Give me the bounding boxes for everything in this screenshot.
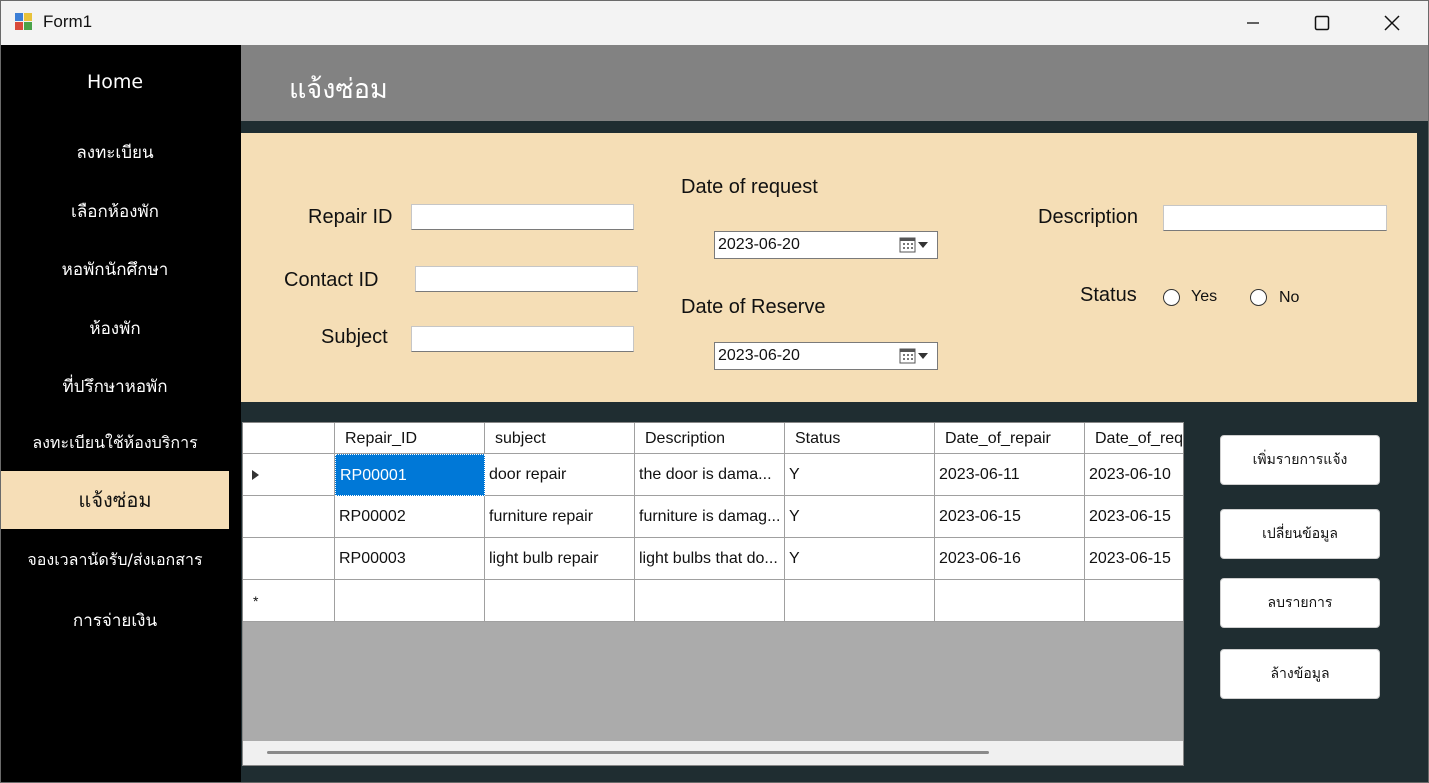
table-cell-new[interactable] xyxy=(1085,580,1183,622)
row-header[interactable] xyxy=(243,538,335,580)
column-header[interactable]: Status xyxy=(785,423,935,454)
nav-dorm-advisor[interactable]: ที่ปรึกษาหอพัก xyxy=(1,373,229,397)
table-cell[interactable]: RP00003 xyxy=(335,538,485,580)
subject-label: Subject xyxy=(321,326,388,348)
nav-register[interactable]: ลงทะเบียน xyxy=(1,139,229,163)
table-cell[interactable]: furniture is damag... xyxy=(635,496,785,538)
app-window: Form1 Home ลงทะเบียน เลือกห้องพัก หอพักน… xyxy=(0,0,1429,783)
column-header[interactable]: Repair_ID xyxy=(335,423,485,454)
table-cell[interactable]: Y xyxy=(785,496,935,538)
status-no-radio[interactable] xyxy=(1250,289,1267,306)
table-cell[interactable]: 2023-06-15 xyxy=(935,496,1085,538)
nav-dormitory[interactable]: หอพักนักศึกษา xyxy=(1,256,229,280)
maximize-icon xyxy=(1314,15,1330,31)
status-yes-radio[interactable] xyxy=(1163,289,1180,306)
table-cell[interactable]: 2023-06-10 xyxy=(1085,454,1183,496)
repair-form: Repair ID Contact ID Subject Date of req… xyxy=(241,133,1417,402)
current-row-arrow-icon xyxy=(252,470,259,480)
sidebar: Home ลงทะเบียน เลือกห้องพัก หอพักนักศึกษ… xyxy=(1,45,241,782)
edit-button[interactable]: เปลี่ยนข้อมูล xyxy=(1220,509,1380,559)
page-header: แจ้งซ่อม xyxy=(241,45,1428,121)
contact-id-label: Contact ID xyxy=(284,269,379,291)
horizontal-scrollbar[interactable] xyxy=(243,741,1183,765)
status-label: Status xyxy=(1080,284,1137,306)
table-cell[interactable]: light bulbs that do... xyxy=(635,538,785,580)
status-no-label[interactable]: No xyxy=(1279,289,1299,307)
date-request-label: Date of request xyxy=(681,176,818,198)
title-bar: Form1 xyxy=(1,1,1428,45)
row-header[interactable] xyxy=(243,454,335,496)
table-cell[interactable]: the door is dama... xyxy=(635,454,785,496)
status-yes-label[interactable]: Yes xyxy=(1191,288,1217,306)
table-cell[interactable]: RP00002 xyxy=(335,496,485,538)
table-cell-new[interactable] xyxy=(485,580,635,622)
table-cell[interactable]: Y xyxy=(785,538,935,580)
column-header[interactable]: subject xyxy=(485,423,635,454)
date-request-value: 2023-06-20 xyxy=(718,236,800,253)
column-header[interactable]: Date_of_req xyxy=(1085,423,1183,454)
nav-rooms[interactable]: ห้องพัก xyxy=(1,315,229,339)
date-reserve-value: 2023-06-20 xyxy=(718,347,800,364)
row-header[interactable] xyxy=(243,496,335,538)
new-row-marker[interactable]: * xyxy=(243,580,335,622)
table-cell-selected[interactable]: RP00001 xyxy=(335,454,485,496)
table-cell[interactable]: furniture repair xyxy=(485,496,635,538)
scrollbar-thumb[interactable] xyxy=(267,751,989,754)
date-reserve-picker[interactable]: 2023-06-20 xyxy=(714,342,938,370)
table-cell-new[interactable] xyxy=(785,580,935,622)
table-cell[interactable]: light bulb repair xyxy=(485,538,635,580)
window-title: Form1 xyxy=(43,12,93,31)
description-input[interactable] xyxy=(1163,205,1387,231)
nav-repair-request[interactable]: แจ้งซ่อม xyxy=(1,471,229,529)
nav-service-room[interactable]: ลงทะเบียนใช้ห้องบริการ xyxy=(1,431,229,455)
maximize-button[interactable] xyxy=(1287,1,1357,45)
column-header[interactable]: Description xyxy=(635,423,785,454)
clear-button[interactable]: ล้างข้อมูล xyxy=(1220,649,1380,699)
minimize-button[interactable] xyxy=(1218,1,1288,45)
table-cell[interactable]: 2023-06-16 xyxy=(935,538,1085,580)
table-cell-new[interactable] xyxy=(635,580,785,622)
close-button[interactable] xyxy=(1357,1,1427,45)
date-reserve-label: Date of Reserve xyxy=(681,296,826,318)
nav-home[interactable]: Home xyxy=(1,71,229,95)
table-cell-new[interactable] xyxy=(935,580,1085,622)
date-request-picker[interactable]: 2023-06-20 xyxy=(714,231,938,259)
minimize-icon xyxy=(1247,22,1259,24)
calendar-dropdown-icon[interactable] xyxy=(899,347,931,365)
nav-select-room[interactable]: เลือกห้องพัก xyxy=(1,198,229,222)
nav-payment[interactable]: การจ่ายเงิน xyxy=(1,607,229,631)
add-repair-button[interactable]: เพิ่มรายการแจ้ง xyxy=(1220,435,1380,485)
repair-id-input[interactable] xyxy=(411,204,634,230)
table-cell[interactable]: Y xyxy=(785,454,935,496)
calendar-dropdown-icon[interactable] xyxy=(899,236,931,254)
table-cell[interactable]: 2023-06-15 xyxy=(1085,538,1183,580)
table-cell[interactable]: 2023-06-15 xyxy=(1085,496,1183,538)
table-cell[interactable]: 2023-06-11 xyxy=(935,454,1085,496)
contact-id-input[interactable] xyxy=(415,266,638,292)
table-cell-new[interactable] xyxy=(335,580,485,622)
grid-corner-header xyxy=(243,423,335,454)
table-cell[interactable]: door repair xyxy=(485,454,635,496)
page-title: แจ้งซ่อม xyxy=(289,74,388,105)
subject-input[interactable] xyxy=(411,326,634,352)
form-icon xyxy=(15,13,33,31)
delete-button[interactable]: ลบรายการ xyxy=(1220,578,1380,628)
column-header[interactable]: Date_of_repair xyxy=(935,423,1085,454)
repair-id-label: Repair ID xyxy=(308,206,393,228)
description-label: Description xyxy=(1038,206,1139,228)
repair-data-grid[interactable]: Repair_ID subject Description Status Dat… xyxy=(242,422,1184,766)
close-icon xyxy=(1384,15,1400,31)
nav-appointment[interactable]: จองเวลานัดรับ/ส่งเอกสาร xyxy=(1,548,229,572)
